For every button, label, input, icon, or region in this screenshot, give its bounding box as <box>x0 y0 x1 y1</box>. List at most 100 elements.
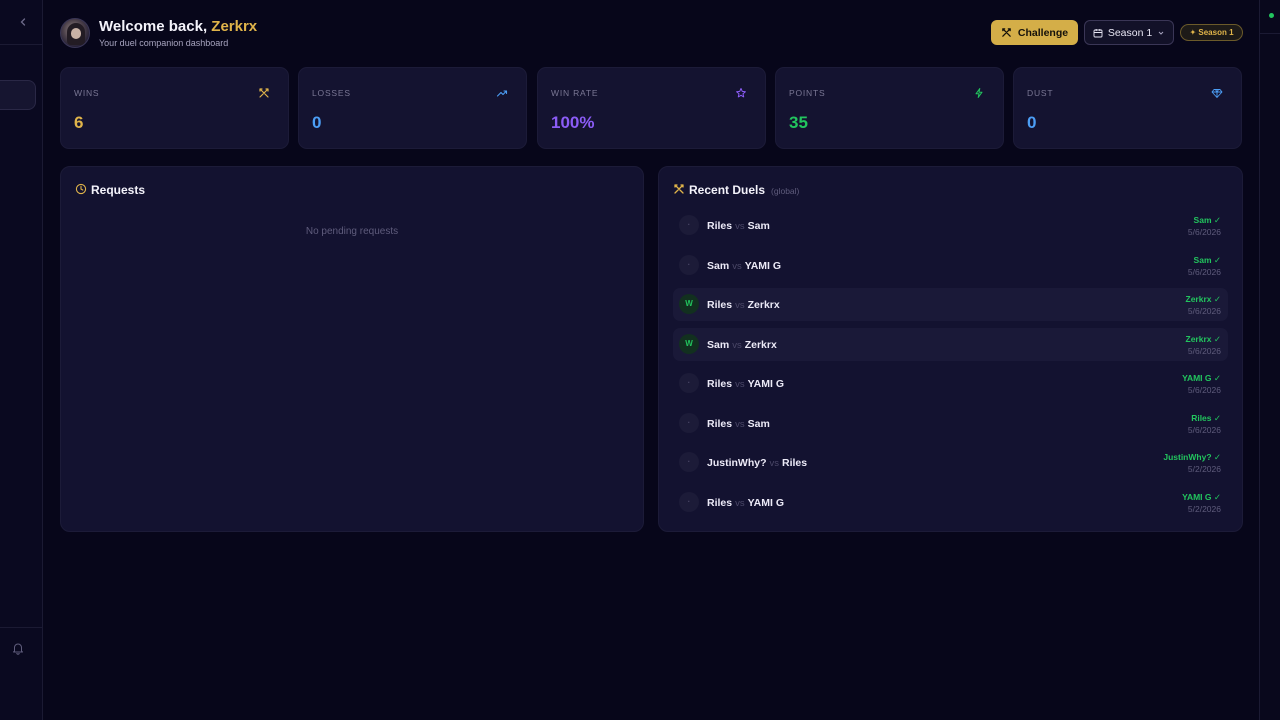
stat-value: 6 <box>74 113 84 132</box>
player-two: Sam <box>747 417 770 430</box>
bolt-icon <box>975 88 983 98</box>
player-one: JustinWhy? <box>707 457 767 469</box>
duel-result-badge: · <box>679 254 699 275</box>
duel-row[interactable]: W Sam vs Zerkrx Zerkrx ✓ 5/6/2026 <box>673 327 1228 361</box>
player-one: Riles <box>707 299 733 311</box>
online-status-dot <box>1269 13 1274 18</box>
recent-duels-title: Recent Duels (global) <box>689 183 800 197</box>
challenge-button[interactable]: Challenge <box>991 20 1078 45</box>
stat-card-losses: LOSSES 0 <box>298 67 527 149</box>
duel-date: 5/6/2026 <box>1187 345 1221 356</box>
season-select[interactable]: Season 1 <box>1084 20 1174 45</box>
stat-value: 100% <box>551 113 595 132</box>
duel-date: 5/6/2026 <box>1187 227 1221 237</box>
duel-winner: YAMI G ✓ <box>1182 491 1221 502</box>
page-title: Welcome back, Zerkrx <box>99 18 258 35</box>
stat-value: 0 <box>312 113 322 132</box>
duel-players: Sam vs YAMI G <box>707 260 781 272</box>
player-one: Riles <box>707 378 733 390</box>
duel-row[interactable]: · Riles vs YAMI G YAMI G ✓ 5/6/2026 <box>673 367 1228 400</box>
chevron-left-icon <box>20 18 26 26</box>
duel-row[interactable]: · Riles vs Sam Riles ✓ 5/6/2026 <box>673 407 1228 440</box>
stat-label: LOSSES <box>312 88 351 98</box>
sidebar-divider <box>0 44 42 45</box>
collapse-sidebar-button[interactable] <box>14 14 32 32</box>
duel-row[interactable]: W Riles vs Zerkrx Zerkrx ✓ 5/6/2026 <box>673 288 1228 321</box>
stat-label: DUST <box>1027 88 1054 98</box>
duel-date: 5/2/2026 <box>1187 464 1221 474</box>
duel-row[interactable]: · Riles vs Sam Sam ✓ 5/6/2026 <box>673 209 1228 242</box>
requests-empty-state: No pending requests <box>305 226 399 237</box>
player-one: Sam <box>707 338 730 351</box>
player-two: YAMI G <box>747 378 784 390</box>
vs-label: vs <box>735 379 745 390</box>
challenge-button-label: Challenge <box>1017 26 1069 39</box>
player-two: YAMI G <box>744 259 782 272</box>
recent-duels-panel: Recent Duels (global) · Riles vs Sam Sam ✓ 5/6… <box>658 166 1243 532</box>
vs-label: vs <box>769 458 780 469</box>
requests-panel: Requests No pending requests <box>60 166 644 532</box>
requests-title: Requests <box>91 183 146 197</box>
stat-label: WIN RATE <box>551 88 599 98</box>
duel-winner: Riles ✓ <box>1191 412 1221 423</box>
stat-card-points: POINTS 35 <box>775 67 1004 149</box>
duel-winner: YAMI G ✓ <box>1182 373 1221 383</box>
duel-row[interactable]: · JustinWhy? vs Riles JustinWhy? ✓ 5/2/2026 <box>673 446 1228 479</box>
duel-players: JustinWhy? vs Riles <box>707 457 807 469</box>
duel-row[interactable]: · Sam vs YAMI G Sam ✓ 5/6/2026 <box>673 249 1228 282</box>
vs-label: vs <box>732 339 742 351</box>
vs-label: vs <box>735 221 745 232</box>
duel-result-badge: · <box>679 373 699 393</box>
gem-icon <box>1211 89 1223 98</box>
player-two: Sam <box>747 220 770 232</box>
clock-icon <box>75 183 87 195</box>
player-one: Sam <box>707 259 730 272</box>
duel-result-badge: · <box>679 452 699 472</box>
player-two: YAMI G <box>747 496 784 509</box>
duel-players: Riles vs YAMI G <box>707 497 784 509</box>
season-select-label: Season 1 <box>1107 26 1153 39</box>
rail-divider <box>1260 33 1280 34</box>
right-rail <box>1259 0 1280 720</box>
vs-label: vs <box>732 260 742 272</box>
stat-value: 35 <box>789 113 808 132</box>
calendar-icon <box>1093 28 1103 37</box>
duel-date: 5/2/2026 <box>1187 503 1221 514</box>
stat-label: WINS <box>74 88 100 98</box>
page-subtitle: Your duel companion dashboard <box>99 38 229 48</box>
stat-label: POINTS <box>789 88 826 98</box>
stat-card-wins: WINS 6 <box>60 67 289 149</box>
season-badge: ✦ Season 1 <box>1180 24 1243 41</box>
chevron-down-icon <box>1158 31 1164 35</box>
duel-players: Riles vs Sam <box>707 418 770 430</box>
stat-card-dust: DUST 0 <box>1013 67 1242 149</box>
stat-card-win-rate: WIN RATE 100% <box>537 67 766 149</box>
vs-label: vs <box>735 300 745 311</box>
notifications-button[interactable] <box>11 641 25 655</box>
vs-label: vs <box>735 497 745 509</box>
player-two: Zerkrx <box>744 338 777 351</box>
duel-result-badge: W <box>679 333 699 354</box>
duel-winner: JustinWhy? ✓ <box>1163 452 1221 462</box>
stat-value: 0 <box>1027 113 1037 132</box>
sidebar <box>0 0 43 720</box>
duel-row[interactable]: · Riles vs YAMI G YAMI G ✓ 5/2/2026 <box>673 486 1228 519</box>
duel-result-badge: · <box>679 412 699 433</box>
player-one: Riles <box>707 417 733 430</box>
swords-icon <box>259 88 269 98</box>
swords-icon <box>1002 28 1011 37</box>
player-two: Zerkrx <box>747 299 780 311</box>
star-icon <box>736 88 746 98</box>
duel-result-badge: · <box>679 215 699 235</box>
duel-winner: Sam ✓ <box>1193 215 1221 225</box>
player-one: Riles <box>707 496 733 509</box>
duel-players: Riles vs Sam <box>707 220 770 232</box>
duel-date: 5/6/2026 <box>1187 424 1221 435</box>
avatar[interactable] <box>60 18 90 48</box>
duel-date: 5/6/2026 <box>1187 266 1221 277</box>
sidebar-item-active[interactable] <box>0 80 36 110</box>
player-one: Riles <box>707 220 733 232</box>
duel-players: Riles vs YAMI G <box>707 378 784 390</box>
duel-winner: Zerkrx ✓ <box>1185 294 1221 304</box>
duel-players: Sam vs Zerkrx <box>707 339 777 351</box>
